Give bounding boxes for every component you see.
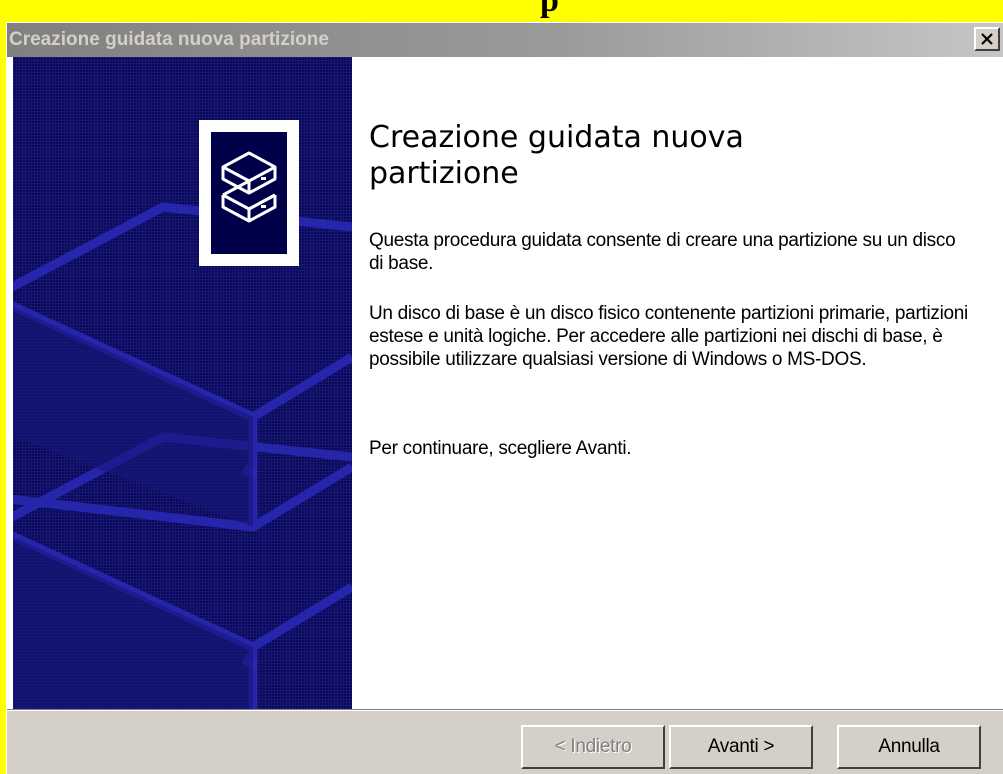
button-separator	[7, 709, 1003, 711]
wizard-body: Creazione guidata nuova partizione Quest…	[7, 57, 1003, 709]
top-highlight-strip: p	[0, 0, 1003, 22]
back-button[interactable]: < Indietro	[521, 725, 665, 769]
wizard-side-banner	[13, 57, 352, 709]
next-button[interactable]: Avanti >	[669, 725, 813, 769]
wizard-heading: Creazione guidata nuova partizione	[369, 120, 744, 191]
window-title: Creazione guidata nuova partizione	[9, 29, 329, 50]
wizard-logo	[199, 120, 299, 266]
intro-paragraph: Questa procedura guidata consente di cre…	[369, 230, 956, 274]
continue-instruction: Per continuare, scegliere Avanti.	[369, 438, 632, 459]
cancel-button[interactable]: Annulla	[837, 725, 981, 769]
close-icon	[981, 33, 993, 45]
title-bar[interactable]: Creazione guidata nuova partizione	[7, 23, 1003, 57]
close-button[interactable]	[974, 27, 1000, 51]
stacked-disks-icon	[221, 151, 277, 223]
wizard-window: Creazione guidata nuova partizione Creaz…	[6, 22, 1003, 774]
clipped-caption-text: p	[540, 0, 559, 19]
basic-disk-paragraph: Un disco di base è un disco fisico conte…	[369, 303, 968, 370]
disk-drives-illustration	[13, 202, 352, 709]
